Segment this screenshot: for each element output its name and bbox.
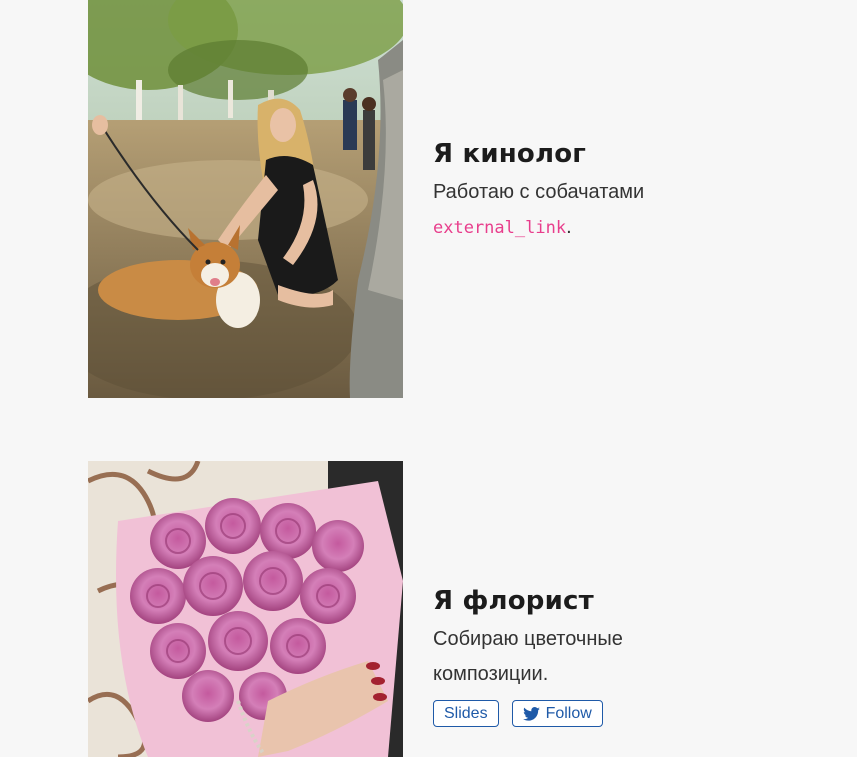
dog-trainer-text: Я кинолог Работаю с собачатами external_… bbox=[433, 139, 763, 246]
section-florist: Я флорист Собираю цветочные композиции. … bbox=[88, 461, 788, 757]
dog-trainer-title: Я кинолог bbox=[433, 139, 587, 169]
dog-trainer-photo bbox=[88, 0, 403, 398]
florist-photo bbox=[88, 461, 403, 757]
florist-buttons: Slides Follow bbox=[433, 700, 763, 727]
dog-trainer-description-text: Работаю с собачатами bbox=[433, 181, 645, 203]
external-link[interactable]: external_link bbox=[433, 218, 566, 238]
page: Я кинолог Работаю с собачатами external_… bbox=[0, 0, 857, 757]
slides-button[interactable]: Slides bbox=[433, 700, 499, 727]
florist-title: Я флорист bbox=[433, 586, 594, 616]
twitter-icon bbox=[522, 706, 540, 721]
florist-text: Я флорист Собираю цветочные композиции. … bbox=[433, 586, 763, 727]
florist-description: Собираю цветочные композиции. bbox=[433, 628, 623, 685]
link-period: . bbox=[566, 216, 572, 238]
section-dog-trainer: Я кинолог Работаю с собачатами external_… bbox=[88, 0, 788, 398]
dog-trainer-description: Работаю с собачатами external_link. bbox=[433, 175, 763, 246]
follow-button[interactable]: Follow bbox=[511, 700, 603, 727]
follow-label: Follow bbox=[545, 704, 592, 722]
